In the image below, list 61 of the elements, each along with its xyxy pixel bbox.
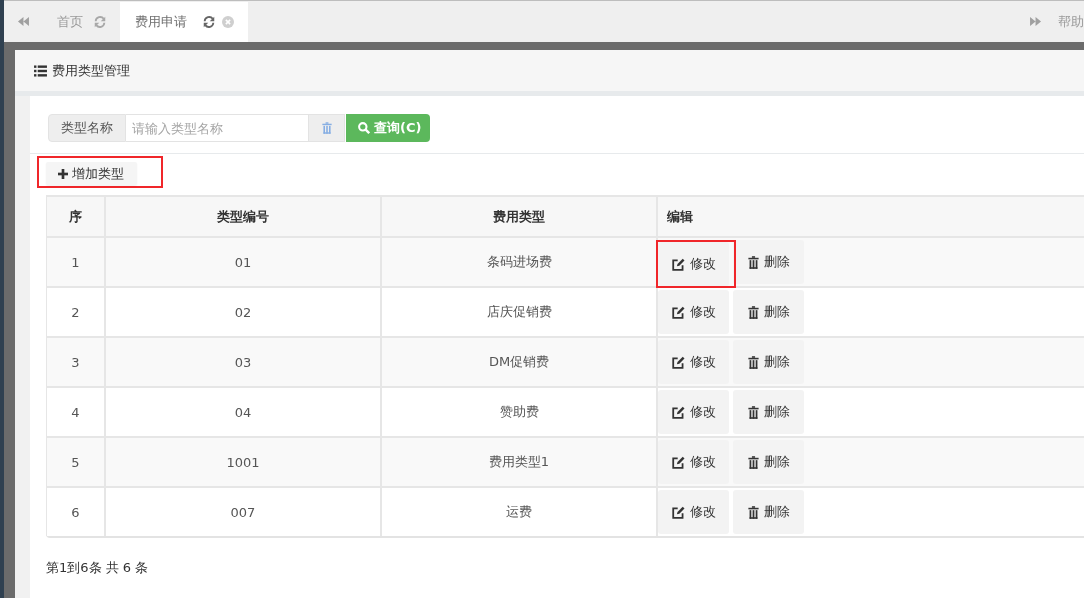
edit-button[interactable]: 修改 bbox=[658, 290, 729, 334]
trash-icon bbox=[321, 122, 332, 134]
delete-button[interactable]: 删除 bbox=[733, 490, 804, 534]
list-icon bbox=[34, 64, 47, 77]
table-cell: 店庆促销费 bbox=[382, 286, 658, 336]
delete-button[interactable]: 删除 bbox=[733, 390, 804, 434]
edit-button[interactable]: 修改 bbox=[658, 242, 729, 286]
table-cell: 2 bbox=[46, 286, 106, 336]
edit-button[interactable]: 修改 bbox=[658, 390, 729, 434]
delete-button[interactable]: 删除 bbox=[733, 340, 804, 384]
table-cell: 条码进场费 bbox=[382, 236, 658, 286]
table-cell: 02 bbox=[106, 286, 382, 336]
delete-button[interactable]: 删除 bbox=[733, 440, 804, 484]
trash-icon bbox=[747, 455, 759, 469]
edit-icon bbox=[671, 305, 685, 319]
double-left-arrow-icon bbox=[17, 16, 29, 27]
table-cell: 6 bbox=[46, 486, 106, 536]
table-cell: 运费 bbox=[382, 486, 658, 536]
table-cell: 费用类型1 bbox=[382, 436, 658, 486]
delete-button[interactable]: 删除 bbox=[733, 240, 804, 284]
clear-button[interactable] bbox=[309, 114, 345, 142]
edit-icon bbox=[671, 505, 685, 519]
table-cell: 1001 bbox=[106, 436, 382, 486]
edit-icon bbox=[671, 355, 685, 369]
trash-icon bbox=[747, 305, 759, 319]
trash-icon bbox=[747, 405, 759, 419]
edit-button[interactable]: 修改 bbox=[658, 340, 729, 384]
edit-button[interactable]: 修改 bbox=[658, 490, 729, 534]
column-header: 编辑 bbox=[658, 195, 1084, 236]
edit-button[interactable]: 修改 bbox=[658, 440, 729, 484]
table-cell: 04 bbox=[106, 386, 382, 436]
edit-icon bbox=[671, 257, 685, 271]
column-header: 序 bbox=[46, 195, 106, 236]
search-field[interactable]: 请输入类型名称 bbox=[126, 114, 309, 142]
table-cell: 007 bbox=[106, 486, 382, 536]
tab[interactable]: 费用申请 bbox=[120, 2, 248, 42]
table-cell: 01 bbox=[106, 236, 382, 286]
double-right-arrow-icon bbox=[1030, 16, 1042, 27]
add-type-button[interactable]: 增加类型 bbox=[46, 162, 137, 185]
column-header: 费用类型 bbox=[382, 195, 658, 236]
pagination-summary: 第1到6条 共 6 条 bbox=[46, 559, 150, 577]
table-cell: DM促销费 bbox=[382, 336, 658, 386]
table-cell: 03 bbox=[106, 336, 382, 386]
panel-title: 费用类型管理 bbox=[52, 61, 130, 80]
close-icon[interactable] bbox=[222, 16, 234, 28]
table-cell: 赞助费 bbox=[382, 386, 658, 436]
trash-icon bbox=[747, 255, 759, 269]
table-cell: 4 bbox=[46, 386, 106, 436]
plus-icon bbox=[58, 168, 68, 179]
trash-icon bbox=[747, 505, 759, 519]
search-icon bbox=[358, 122, 370, 134]
delete-button[interactable]: 删除 bbox=[733, 290, 804, 334]
table-cell: 1 bbox=[46, 236, 106, 286]
refresh-icon[interactable] bbox=[203, 16, 215, 28]
trash-icon bbox=[747, 355, 759, 369]
table-cell: 5 bbox=[46, 436, 106, 486]
edit-icon bbox=[671, 405, 685, 419]
table-cell: 3 bbox=[46, 336, 106, 386]
search-label: 类型名称 bbox=[48, 114, 126, 142]
edit-icon bbox=[671, 455, 685, 469]
column-header: 类型编号 bbox=[106, 195, 382, 236]
